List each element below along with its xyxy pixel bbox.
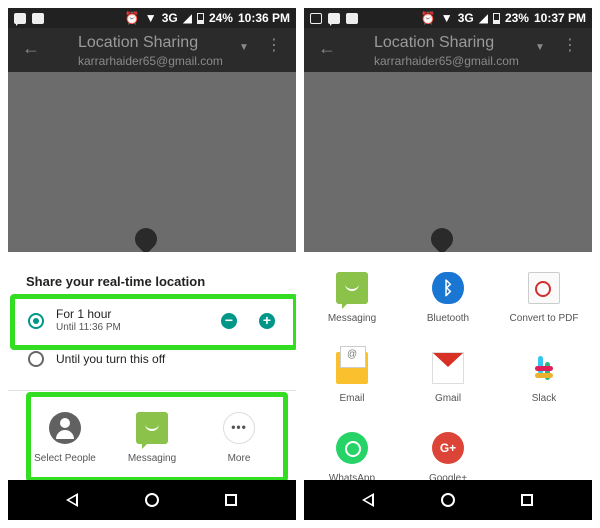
messaging-icon <box>336 272 368 309</box>
app-label: Convert to PDF <box>509 313 579 324</box>
wifi-icon: ▼ <box>440 11 453 25</box>
share-gmail[interactable]: Gmail <box>408 352 488 404</box>
message-notification-icon <box>346 12 358 24</box>
messaging-button[interactable]: Messaging <box>112 412 192 464</box>
more-button[interactable]: ••• More <box>199 412 279 464</box>
page-title: Location Sharing <box>78 34 199 51</box>
share-email[interactable]: Email <box>312 346 392 404</box>
option-label: Until you turn this off <box>56 352 166 366</box>
nav-recents-icon[interactable] <box>521 494 533 506</box>
bluetooth-icon: ᛒ <box>432 272 464 304</box>
chat-notification-icon <box>14 12 26 26</box>
nav-home-icon[interactable] <box>145 493 159 507</box>
back-arrow-icon[interactable]: ← <box>22 38 40 59</box>
app-label: Messaging <box>127 453 177 464</box>
gmail-icon <box>432 352 464 384</box>
slack-icon <box>528 352 560 384</box>
message-notification-icon <box>32 12 44 24</box>
app-bar: ← Location Sharing karrarhaider65@gmail.… <box>8 28 296 72</box>
app-label: Email <box>339 393 365 404</box>
radio-until-off[interactable] <box>28 351 44 367</box>
battery-icon <box>492 12 500 24</box>
more-icon: ••• <box>223 412 255 444</box>
nav-back-icon[interactable] <box>362 493 376 507</box>
share-whatsapp[interactable]: WhatsApp <box>312 432 392 484</box>
battery-percent: 24% <box>208 11 233 25</box>
share-bluetooth[interactable]: ᛒ Bluetooth <box>408 272 488 324</box>
image-notification-icon <box>310 12 322 24</box>
share-app-grid: Messaging ᛒ Bluetooth Convert to PDF Ema… <box>304 252 592 484</box>
app-label: Slack <box>531 393 557 404</box>
nav-recents-icon[interactable] <box>225 494 237 506</box>
chevron-down-icon[interactable]: ▼ <box>535 42 545 53</box>
alarm-icon: ⏰ <box>420 11 436 25</box>
radio-for-1-hour[interactable] <box>28 313 44 329</box>
signal-icon: ◢ <box>182 11 192 25</box>
alarm-icon: ⏰ <box>124 11 140 25</box>
status-bar: ⏰ ▼ 3G ◢ 23% 10:37 PM <box>304 8 592 28</box>
chat-notification-icon <box>328 12 340 26</box>
wifi-icon: ▼ <box>144 11 157 25</box>
nav-home-icon[interactable] <box>441 493 455 507</box>
duration-highlight <box>10 294 296 350</box>
email-icon <box>336 346 368 384</box>
back-arrow-icon[interactable]: ← <box>318 38 336 59</box>
overflow-menu-icon[interactable]: ⋮ <box>562 38 578 54</box>
battery-percent: 23% <box>504 11 529 25</box>
sheet-title: Share your real-time location <box>26 274 206 289</box>
signal-icon: ◢ <box>478 11 488 25</box>
clock: 10:37 PM <box>533 11 586 25</box>
status-bar: ⏰ ▼ 3G ◢ 24% 10:36 PM <box>8 8 296 28</box>
messaging-icon <box>136 412 168 449</box>
pdf-icon <box>528 272 560 304</box>
share-google-plus[interactable]: G+ Google+ <box>408 432 488 484</box>
chevron-down-icon[interactable]: ▼ <box>239 42 249 53</box>
share-location-sheet: Share your real-time location For 1 hour… <box>8 252 296 482</box>
map-overlay <box>304 72 592 255</box>
share-messaging[interactable]: Messaging <box>312 272 392 324</box>
share-slack[interactable]: Slack <box>504 352 584 404</box>
google-plus-icon: G+ <box>432 432 464 464</box>
increase-time-button[interactable]: + <box>259 313 275 329</box>
share-convert-pdf[interactable]: Convert to PDF <box>504 272 584 324</box>
network-type: 3G <box>161 11 178 25</box>
map-overlay <box>8 72 296 255</box>
battery-icon <box>196 12 204 24</box>
whatsapp-icon <box>336 432 368 464</box>
option-sublabel: Until 11:36 PM <box>56 322 121 333</box>
person-icon <box>49 412 81 444</box>
phone-screen-left: ⏰ ▼ 3G ◢ 24% 10:36 PM ← Location Sharing… <box>8 8 296 520</box>
app-label: Bluetooth <box>426 313 470 324</box>
app-label: Select People <box>34 453 96 464</box>
account-email: karrarhaider65@gmail.com <box>78 54 223 68</box>
location-pin-icon <box>130 223 162 255</box>
phone-screen-right: ⏰ ▼ 3G ◢ 23% 10:37 PM ← Location Sharing… <box>304 8 592 520</box>
option-label: For 1 hour <box>56 307 112 321</box>
clock: 10:36 PM <box>237 11 290 25</box>
decrease-time-button[interactable]: − <box>221 313 237 329</box>
app-label: Messaging <box>327 313 377 324</box>
nav-back-icon[interactable] <box>66 493 80 507</box>
overflow-menu-icon[interactable]: ⋮ <box>266 38 282 54</box>
page-title: Location Sharing <box>374 34 495 51</box>
divider <box>8 390 296 391</box>
app-bar: ← Location Sharing karrarhaider65@gmail.… <box>304 28 592 72</box>
network-type: 3G <box>457 11 474 25</box>
nav-bar <box>8 480 296 520</box>
select-people-button[interactable]: Select People <box>25 412 105 464</box>
account-email: karrarhaider65@gmail.com <box>374 54 519 68</box>
location-pin-icon <box>426 223 458 255</box>
nav-bar <box>304 480 592 520</box>
app-label: Gmail <box>434 393 462 404</box>
app-label: More <box>227 453 251 464</box>
